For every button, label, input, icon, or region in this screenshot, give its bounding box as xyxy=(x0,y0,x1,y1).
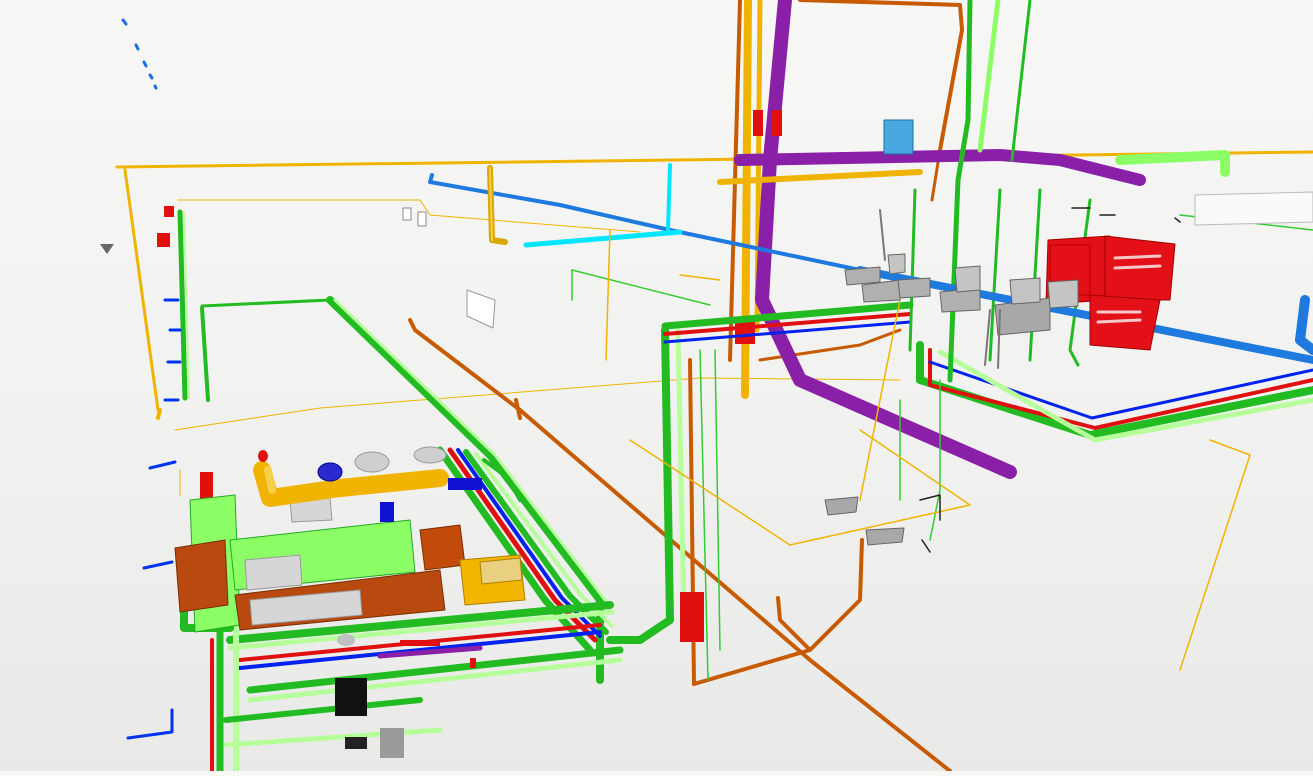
gas-drop-pipe xyxy=(487,165,508,245)
left-heating-riser[interactable] xyxy=(177,209,332,402)
sprinkler-heads-group xyxy=(121,18,158,90)
heating-distribution-loop[interactable] xyxy=(606,0,1313,644)
cold-water-stubs xyxy=(126,298,182,740)
3d-model-viewport[interactable] xyxy=(0,0,1313,774)
triangle-down-icon[interactable] xyxy=(100,244,114,254)
ceiling-diffuser xyxy=(883,119,914,155)
central-risers[interactable] xyxy=(717,0,1146,479)
mep-scene[interactable] xyxy=(0,0,1313,774)
sanitary-waste-pipes[interactable] xyxy=(408,0,964,773)
